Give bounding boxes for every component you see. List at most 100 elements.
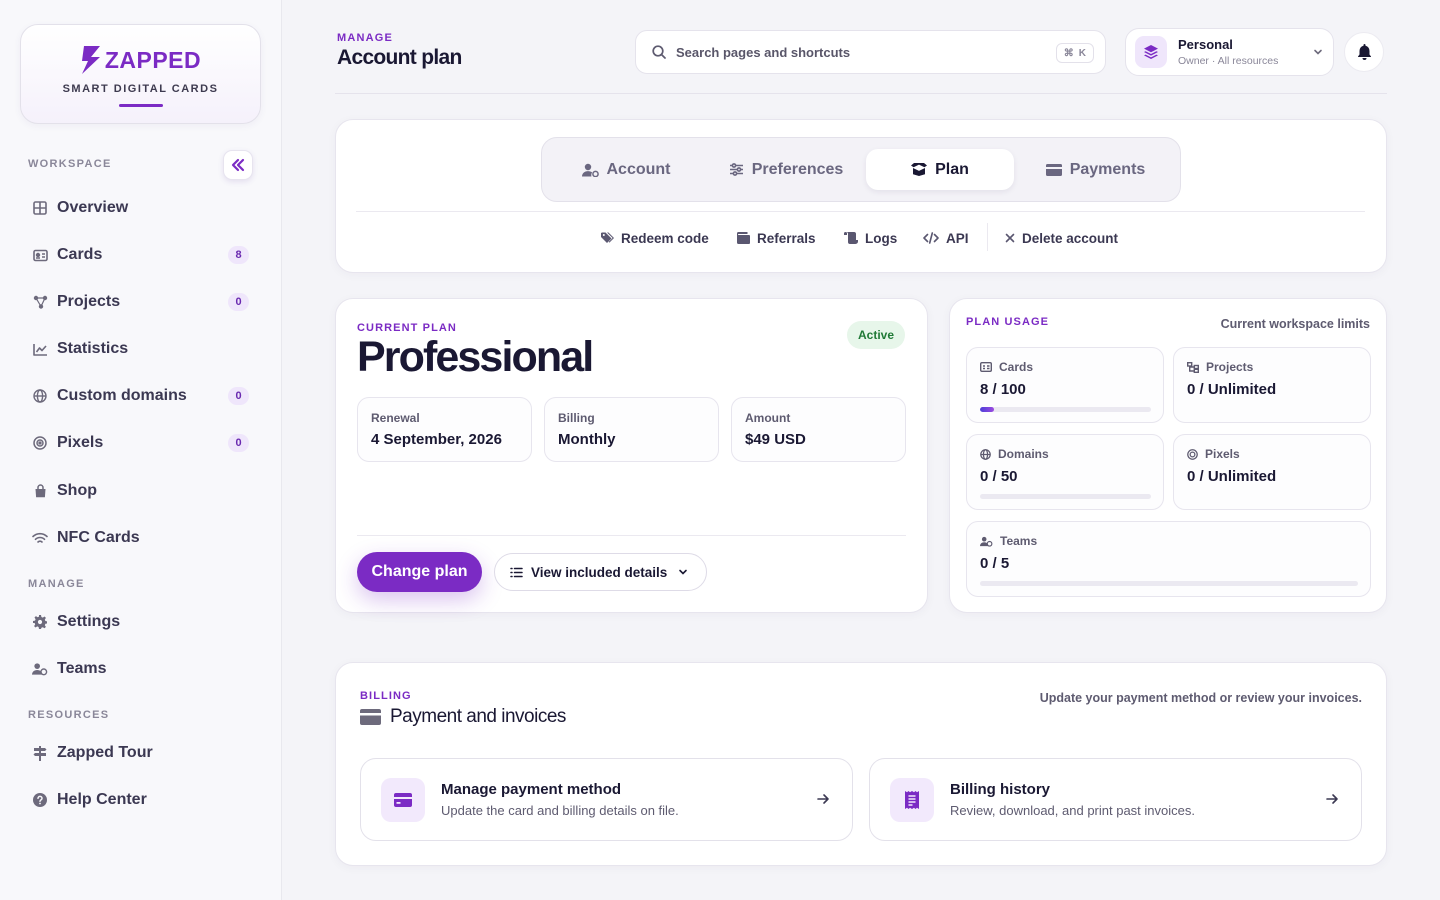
sidebar-item-cards[interactable]: Cards 8 — [20, 236, 261, 274]
tags-icon — [601, 232, 614, 244]
manage-payment-method-card[interactable]: Manage payment method Update the card an… — [360, 758, 853, 841]
sidebar-item-help-center[interactable]: Help Center — [20, 781, 261, 819]
sidebar-item-overview[interactable]: Overview — [20, 189, 261, 227]
user-gear-icon — [581, 163, 599, 177]
billing-history-card[interactable]: Billing history Review, download, and pr… — [869, 758, 1362, 841]
bolt-logo-icon — [81, 46, 100, 74]
chart-line-icon — [32, 341, 48, 357]
notifications-button[interactable] — [1344, 32, 1384, 72]
tab-account[interactable]: Account — [557, 149, 695, 190]
account-name: Personal — [1178, 37, 1233, 52]
count-badge: 0 — [228, 293, 249, 311]
sidebar-item-zapped-tour[interactable]: Zapped Tour — [20, 734, 261, 772]
id-card-icon — [32, 247, 48, 263]
id-card-icon — [980, 362, 992, 372]
delete-account-link[interactable]: Delete account — [1005, 228, 1118, 248]
tab-label: Payments — [1069, 160, 1146, 178]
sidebar-item-pixels[interactable]: Pixels 0 — [20, 424, 261, 462]
sidebar-item-nfc-cards[interactable]: NFC Cards — [20, 519, 261, 557]
tabs-divider — [356, 211, 1365, 212]
close-icon — [1005, 233, 1015, 243]
usage-tile-teams: Teams 0 / 5 — [966, 521, 1371, 597]
usage-label: Projects — [1206, 360, 1254, 374]
detail-label: Renewal — [371, 411, 420, 425]
target-icon — [32, 435, 48, 451]
sub-link-label: Delete account — [1022, 230, 1119, 246]
view-details-button[interactable]: View included details — [494, 553, 707, 591]
usage-value: 0 / Unlimited — [1187, 381, 1277, 398]
code-icon — [923, 232, 939, 244]
usage-eyebrow: PLAN USAGE — [966, 316, 1050, 328]
detail-label: Amount — [745, 411, 791, 425]
layers-icon — [1135, 36, 1167, 68]
search-bar[interactable]: Search pages and shortcuts ⌘ K — [635, 30, 1106, 74]
sidebar-item-statistics[interactable]: Statistics — [20, 330, 261, 368]
logs-link[interactable]: Logs — [844, 228, 897, 248]
sidebar-item-label: Overview — [57, 199, 129, 216]
gear-icon — [32, 614, 48, 630]
usage-tile-pixels: Pixels 0 / Unlimited — [1173, 434, 1371, 510]
usage-note: Current workspace limits — [1220, 317, 1370, 331]
arrow-right-icon — [1326, 794, 1338, 804]
section-label-manage: MANAGE — [28, 578, 85, 590]
sidebar-item-projects[interactable]: Projects 0 — [20, 283, 261, 321]
referrals-link[interactable]: Referrals — [737, 228, 816, 248]
sidebar-item-teams[interactable]: Teams — [20, 650, 261, 688]
usage-bar — [980, 581, 1358, 586]
account-switcher[interactable]: Personal Owner · All resources — [1125, 28, 1334, 76]
api-link[interactable]: API — [923, 228, 969, 248]
detail-label: Billing — [558, 411, 595, 425]
billing-card: BILLING Payment and invoices Update your… — [335, 662, 1387, 866]
collapse-sidebar-button[interactable] — [223, 150, 253, 180]
change-plan-button[interactable]: Change plan — [357, 552, 482, 592]
target-icon — [1187, 448, 1198, 460]
count-badge: 8 — [228, 246, 249, 264]
scroll-icon — [844, 232, 858, 244]
header-divider — [335, 93, 1387, 94]
tab-preferences[interactable]: Preferences — [709, 149, 863, 190]
brand-underline — [119, 104, 163, 107]
detail-value: 4 September, 2026 — [371, 431, 502, 448]
sidebar-item-custom-domains[interactable]: Custom domains 0 — [20, 377, 261, 415]
usage-tile-cards: Cards 8 / 100 — [966, 347, 1164, 423]
search-input[interactable]: Search pages and shortcuts — [676, 45, 850, 60]
sub-link-label: Redeem code — [621, 230, 709, 246]
sidebar-item-label: Statistics — [57, 340, 129, 357]
sidebar-item-label: Custom domains — [57, 387, 187, 404]
usage-tile-domains: Domains 0 / 50 — [966, 434, 1164, 510]
brand-logo-card[interactable]: ZAPPED SMART DIGITAL CARDS — [20, 24, 261, 124]
sidebar-item-label: Shop — [57, 482, 97, 499]
plan-usage-card: PLAN USAGE Current workspace limits Card… — [949, 298, 1387, 613]
tab-payments[interactable]: Payments — [1032, 149, 1159, 190]
sub-link-label: Logs — [865, 230, 898, 246]
sub-link-label: API — [946, 230, 969, 246]
usage-label: Cards — [999, 360, 1034, 374]
plan-name: Professional — [357, 333, 594, 381]
redeem-code-link[interactable]: Redeem code — [601, 228, 709, 248]
action-description: Review, download, and print past invoice… — [950, 803, 1195, 818]
sitemap-icon — [1187, 361, 1199, 373]
list-icon — [510, 567, 523, 578]
count-badge: 0 — [228, 434, 249, 452]
sidebar-item-label: Help Center — [57, 791, 147, 808]
sub-link-label: Referrals — [757, 230, 816, 246]
usage-bar — [980, 407, 1151, 412]
billing-title: Payment and invoices — [360, 706, 566, 728]
sidebar-item-shop[interactable]: Shop — [20, 472, 261, 510]
signpost-icon — [32, 745, 48, 761]
credit-card-icon — [360, 709, 381, 725]
account-role: Owner · All resources — [1178, 55, 1279, 67]
credit-card-icon — [381, 777, 425, 822]
tab-plan[interactable]: Plan — [866, 149, 1014, 190]
usage-value: 0 / 50 — [980, 468, 1018, 485]
usage-value: 0 / 5 — [980, 555, 1010, 572]
sidebar-item-settings[interactable]: Settings — [20, 603, 261, 641]
section-label-workspace: WORKSPACE — [28, 158, 112, 170]
tab-label: Preferences — [751, 160, 844, 178]
renewal-detail: Renewal 4 September, 2026 — [357, 397, 532, 462]
page-eyebrow: MANAGE — [337, 32, 394, 44]
wallet-icon — [737, 232, 750, 244]
command-key: ⌘ — [1063, 47, 1074, 59]
billing-detail: Billing Monthly — [544, 397, 719, 462]
plan-divider — [357, 535, 906, 536]
